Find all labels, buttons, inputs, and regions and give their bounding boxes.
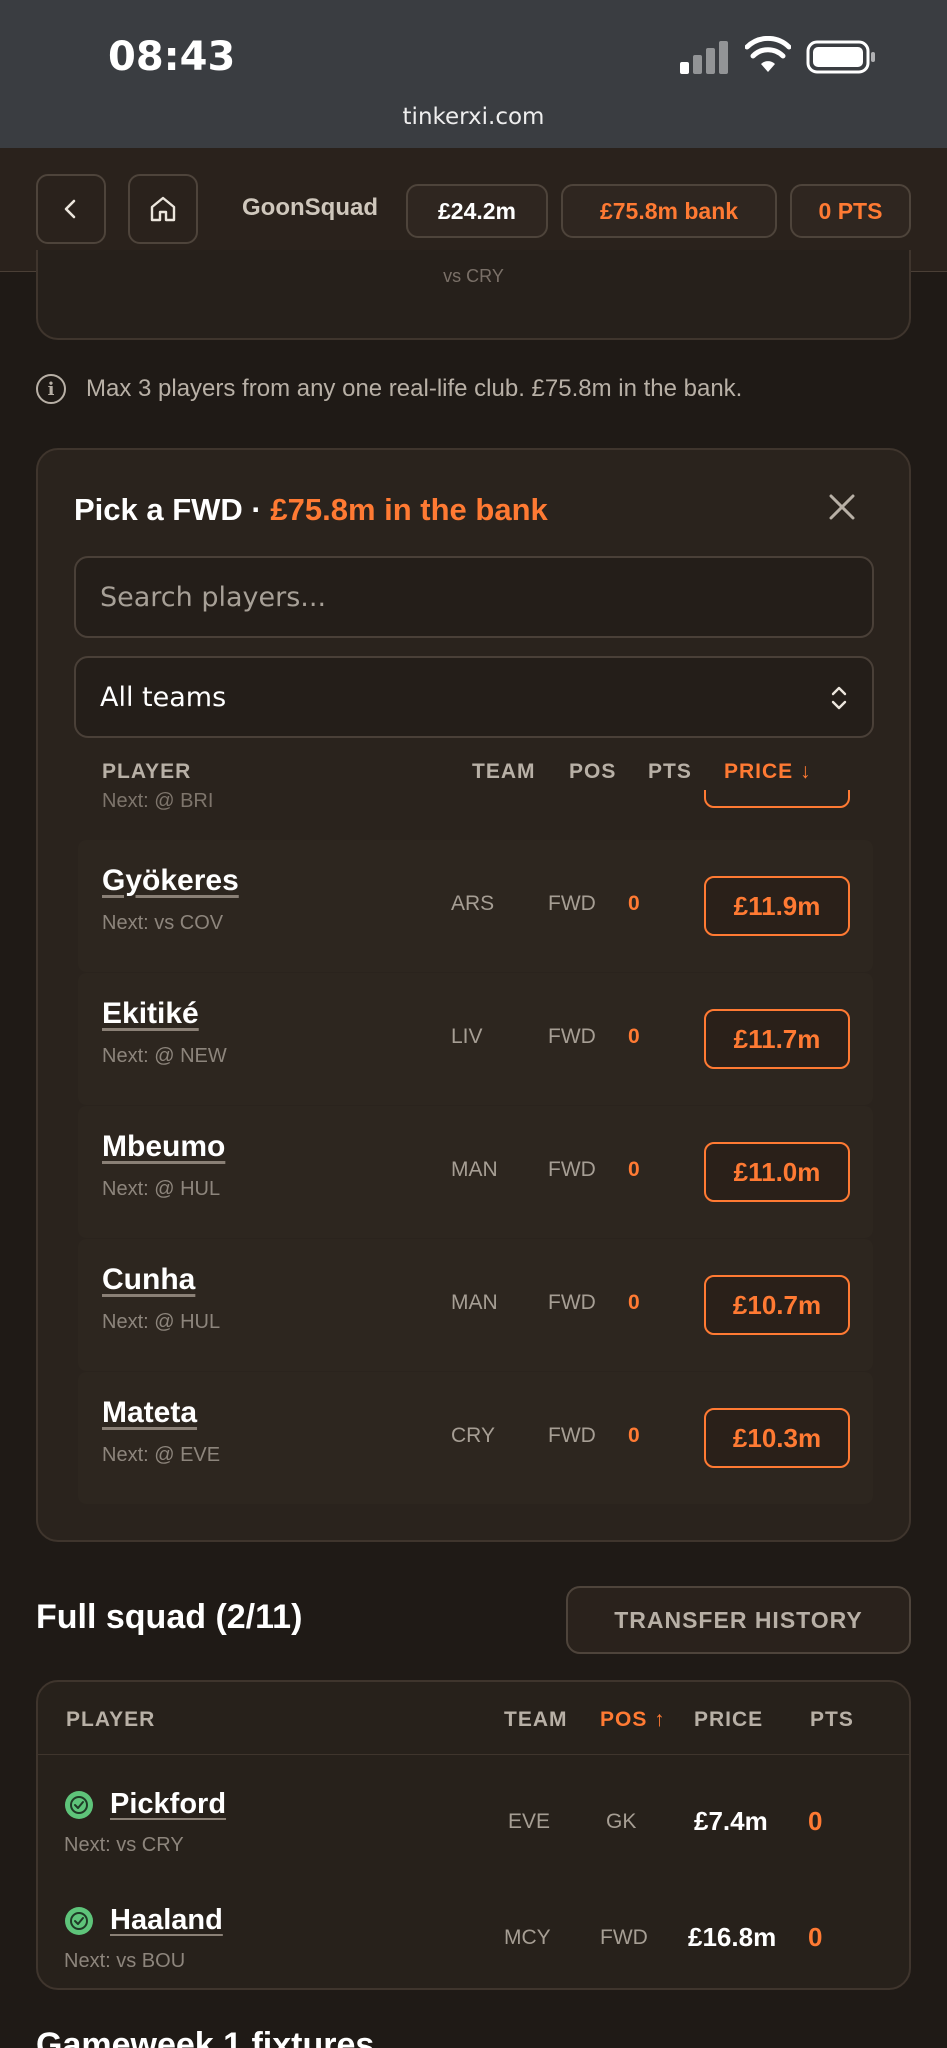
player-points: 0 <box>628 1424 640 1447</box>
list-item[interactable]: Cunha Next: @ HUL MAN FWD 0 £10.7m <box>78 1239 873 1371</box>
battery-icon <box>806 40 875 74</box>
player-points: 0 <box>628 892 640 915</box>
list-item[interactable]: Gyökeres Next: vs COV ARS FWD 0 £11.9m <box>78 840 873 972</box>
cellular-signal-icon <box>680 40 732 74</box>
transfer-history-button[interactable]: TRANSFER HISTORY <box>566 1586 911 1654</box>
check-circle-icon <box>65 1907 93 1935</box>
back-button[interactable] <box>36 174 106 244</box>
team-name: GoonSquad <box>242 194 378 221</box>
squad-column-pos-sorted[interactable]: POS ↑ <box>600 1708 666 1732</box>
player-team: LIV <box>451 1025 483 1048</box>
status-bar: 08:43 tinkerxi.com <box>0 0 947 148</box>
close-icon[interactable] <box>825 490 859 524</box>
bank-chip: £75.8m bank <box>561 184 777 238</box>
player-name-link[interactable]: Haaland <box>110 1904 223 1937</box>
player-team: CRY <box>451 1424 495 1447</box>
list-item[interactable]: Mbeumo Next: @ HUL MAN FWD 0 £11.0m <box>78 1106 873 1238</box>
column-team[interactable]: TEAM <box>472 760 536 784</box>
player-name-link[interactable]: Mbeumo <box>102 1130 225 1164</box>
player-points: 0 <box>628 1158 640 1181</box>
player-next-fixture: Next: vs CRY <box>64 1834 184 1856</box>
player-position: GK <box>606 1810 637 1833</box>
price-button[interactable]: £11.9m <box>704 876 850 936</box>
player-points: 0 <box>628 1025 640 1048</box>
picker-title-bank: £75.8m in the bank <box>270 492 548 527</box>
player-team: EVE <box>508 1810 551 1833</box>
price-button[interactable] <box>704 790 850 808</box>
squad-table: PLAYER TEAM POS ↑ PRICE PTS Pickford Nex… <box>36 1680 911 1990</box>
player-team: MAN <box>451 1291 498 1314</box>
player-next-fixture: Next: vs COV <box>102 912 224 934</box>
player-points: 0 <box>628 1291 640 1314</box>
list-item[interactable]: Ekitiké Next: @ NEW LIV FWD 0 £11.7m <box>78 973 873 1105</box>
squad-column-player[interactable]: PLAYER <box>66 1708 155 1732</box>
player-name-link[interactable]: Mateta <box>102 1396 197 1430</box>
price-button[interactable]: £10.7m <box>704 1275 850 1335</box>
next-fixture: vs CRY <box>443 266 504 286</box>
chevron-up-down-icon <box>831 686 847 710</box>
table-row[interactable]: Haaland Next: vs BOU MCY FWD £16.8m 0 <box>38 1882 909 1988</box>
list-item[interactable]: Mateta Next: @ EVE CRY FWD 0 £10.3m <box>78 1372 873 1504</box>
price-button[interactable]: £11.0m <box>704 1142 850 1202</box>
list-item[interactable]: Next: @ BRI <box>78 790 873 820</box>
player-next-fixture: Next: @ BRI <box>102 790 214 812</box>
player-picker-card: Pick a FWD · £75.8m in the bank All team… <box>36 448 911 1542</box>
player-position: FWD <box>600 1926 648 1949</box>
player-list[interactable]: Next: @ BRI Gyökeres Next: vs COV ARS FW… <box>78 790 873 1540</box>
player-name-link[interactable]: Gyökeres <box>102 864 239 898</box>
player-name-link[interactable]: Ekitiké <box>102 997 199 1031</box>
player-next-fixture: Next: @ NEW <box>102 1045 227 1067</box>
points-chip: 0 PTS <box>790 184 911 238</box>
column-pos[interactable]: POS <box>569 760 616 784</box>
squad-value-chip: £24.2m <box>406 184 548 238</box>
table-row[interactable]: Pickford Next: vs CRY EVE GK £7.4m 0 <box>38 1766 909 1882</box>
column-player[interactable]: PLAYER <box>102 760 191 784</box>
divider <box>38 1754 909 1755</box>
squad-column-team[interactable]: TEAM <box>504 1708 568 1732</box>
player-next-fixture: Next: @ HUL <box>102 1311 221 1333</box>
player-price: £16.8m <box>688 1922 777 1952</box>
search-input[interactable] <box>74 556 874 638</box>
home-button[interactable] <box>128 174 198 244</box>
player-points: 0 <box>808 1806 823 1836</box>
player-team: MAN <box>451 1158 498 1181</box>
wifi-icon <box>745 36 791 72</box>
player-next-fixture: Next: @ EVE <box>102 1444 221 1466</box>
player-name-link[interactable]: Pickford <box>110 1788 226 1821</box>
info-text: Max 3 players from any one real-life clu… <box>86 375 743 402</box>
team-filter-value: All teams <box>100 681 227 713</box>
player-team: ARS <box>451 892 495 915</box>
player-points: 0 <box>808 1922 823 1952</box>
player-position: FWD <box>548 1158 596 1181</box>
column-pts[interactable]: PTS <box>648 760 692 784</box>
player-name-link[interactable]: Cunha <box>102 1263 195 1297</box>
player-position: FWD <box>548 1424 596 1447</box>
price-button[interactable]: £11.7m <box>704 1009 850 1069</box>
player-next-fixture: Next: vs BOU <box>64 1950 186 1972</box>
chevron-left-icon <box>64 199 76 219</box>
previous-slot-card: vs CRY <box>36 250 911 340</box>
player-position: FWD <box>548 1291 596 1314</box>
team-filter-select[interactable]: All teams <box>74 656 874 738</box>
squad-column-pts[interactable]: PTS <box>810 1708 854 1732</box>
player-team: MCY <box>504 1926 551 1949</box>
picker-title-prefix: Pick a FWD · <box>74 492 271 527</box>
player-position: FWD <box>548 1025 596 1048</box>
player-next-fixture: Next: @ HUL <box>102 1178 221 1200</box>
column-price-sorted[interactable]: PRICE ↓ <box>724 760 812 784</box>
price-button[interactable]: £10.3m <box>704 1408 850 1468</box>
info-message: i Max 3 players from any one real-life c… <box>36 374 742 404</box>
picker-title: Pick a FWD · £75.8m in the bank <box>74 492 548 528</box>
status-time: 08:43 <box>108 34 236 80</box>
player-price: £7.4m <box>694 1806 768 1836</box>
check-circle-icon <box>65 1791 93 1819</box>
next-section-title: Gameweek 1 fixtures <box>36 2026 375 2048</box>
info-icon: i <box>36 374 66 404</box>
browser-url[interactable]: tinkerxi.com <box>0 104 947 130</box>
home-icon <box>150 196 176 222</box>
player-position: FWD <box>548 892 596 915</box>
squad-title: Full squad (2/11) <box>36 1598 303 1636</box>
squad-column-price[interactable]: PRICE <box>694 1708 763 1732</box>
